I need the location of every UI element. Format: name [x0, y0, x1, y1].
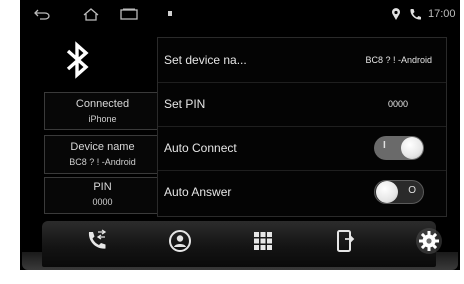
device-name-label: Device name — [70, 141, 135, 153]
back-icon[interactable] — [34, 8, 50, 20]
set-pin-label: Set PIN — [164, 97, 206, 111]
auto-answer-toggle[interactable]: O — [374, 180, 424, 204]
home-icon[interactable] — [82, 8, 100, 21]
connection-status-box: Connected iPhone — [44, 92, 161, 130]
connection-status-label: Connected — [75, 98, 130, 110]
phone-transfer-icon[interactable] — [333, 229, 357, 253]
set-pin-row[interactable]: Set PIN 0000 — [158, 82, 446, 127]
device-name-box: Device name BC8 ? ! -Android — [44, 135, 161, 174]
location-icon — [392, 8, 400, 20]
pin-label: PIN — [93, 181, 112, 193]
set-pin-value: 0000 — [387, 99, 408, 109]
toggle-knob — [376, 181, 398, 203]
clock-time: 17:00 — [428, 8, 456, 20]
toggle-off-mark: O — [408, 185, 416, 196]
bottom-dock — [42, 221, 442, 267]
set-device-name-value: BC8 ? ! -Android — [365, 55, 432, 65]
auto-connect-label: Auto Connect — [164, 141, 237, 155]
toggle-on-mark: I — [383, 140, 386, 151]
auto-connect-toggle[interactable]: I — [374, 136, 424, 160]
bluetooth-settings-list: Set device na... BC8 ? ! -Android Set PI… — [157, 37, 447, 217]
auto-answer-row: Auto Answer O — [158, 170, 446, 214]
connected-device-value: iPhone — [88, 114, 117, 124]
contacts-icon[interactable] — [168, 229, 192, 253]
dialpad-icon[interactable] — [251, 229, 275, 253]
pin-box: PIN 0000 — [44, 177, 161, 214]
bluetooth-screen: 17:00 Connected iPhone Device name BC8 ?… — [20, 0, 460, 270]
status-bar: 17:00 — [20, 0, 460, 30]
phone-icon — [410, 9, 421, 20]
set-device-name-label: Set device na... — [164, 53, 247, 67]
set-device-name-row[interactable]: Set device na... BC8 ? ! -Android — [158, 38, 446, 83]
settings-gear-icon[interactable] — [415, 227, 443, 255]
phone-icon[interactable] — [85, 229, 109, 253]
bluetooth-icon — [66, 41, 89, 79]
notification-dot-icon — [168, 11, 172, 16]
auto-connect-row: Auto Connect I — [158, 126, 446, 171]
auto-answer-label: Auto Answer — [164, 185, 232, 199]
toggle-knob — [401, 137, 423, 159]
recents-icon[interactable] — [120, 8, 138, 21]
device-name-value: BC8 ? ! -Android — [69, 157, 136, 167]
pin-value: 0000 — [92, 197, 113, 207]
